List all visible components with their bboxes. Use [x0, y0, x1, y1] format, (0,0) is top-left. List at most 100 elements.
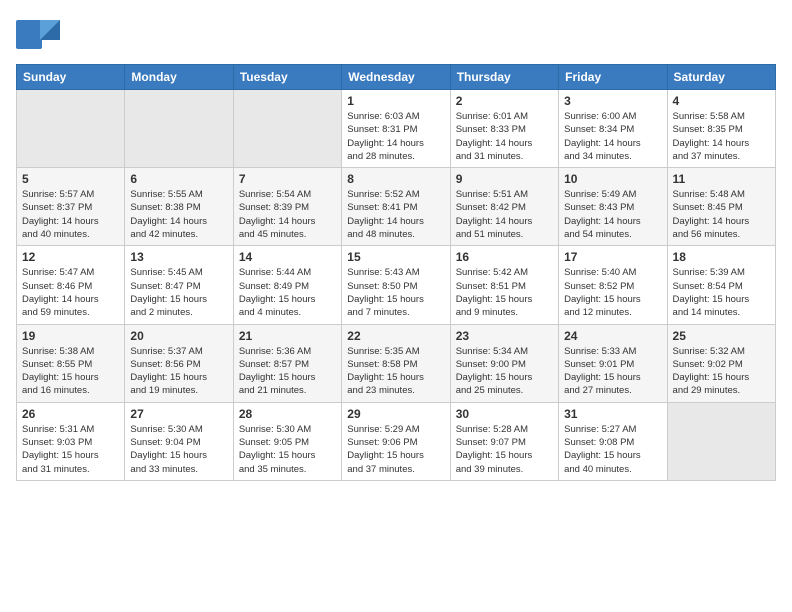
calendar-cell: 28 Sunrise: 5:30 AM Sunset: 9:05 PM Dayli… [233, 402, 341, 480]
page-header [16, 16, 776, 54]
calendar-cell: 17Sunrise: 5:40 AM Sunset: 8:52 PM Dayli… [559, 246, 667, 324]
day-number: 11 [673, 172, 770, 186]
calendar-week: 5 Sunrise: 5:57 AM Sunset: 8:37 PM Daylig… [17, 168, 776, 246]
calendar-cell: 13 Sunrise: 5:45 AM Sunset: 8:47 PM Dayli… [125, 246, 233, 324]
day-info: Sunrise: 5:44 AM Sunset: 8:49 PM Dayligh… [239, 266, 336, 319]
weekday-header: Friday [559, 65, 667, 90]
calendar-cell: 4 Sunrise: 5:58 AM Sunset: 8:35 PM Daylig… [667, 90, 775, 168]
day-info: Sunrise: 5:31 AM Sunset: 9:03 PM Dayligh… [22, 423, 119, 476]
calendar-cell: 25 Sunrise: 5:32 AM Sunset: 9:02 PM Dayli… [667, 324, 775, 402]
calendar-cell: 16 Sunrise: 5:42 AM Sunset: 8:51 PM Dayli… [450, 246, 558, 324]
calendar-cell: 22 Sunrise: 5:35 AM Sunset: 8:58 PM Dayli… [342, 324, 450, 402]
day-info: Sunrise: 5:33 AM Sunset: 9:01 PM Dayligh… [564, 345, 661, 398]
day-number: 20 [130, 329, 227, 343]
day-number: 13 [130, 250, 227, 264]
calendar-week: 1 Sunrise: 6:03 AM Sunset: 8:31 PM Daylig… [17, 90, 776, 168]
day-number: 30 [456, 407, 553, 421]
day-info: Sunrise: 5:52 AM Sunset: 8:41 PM Dayligh… [347, 188, 444, 241]
calendar-cell: 8Sunrise: 5:52 AM Sunset: 8:41 PM Daylig… [342, 168, 450, 246]
day-info: Sunrise: 5:28 AM Sunset: 9:07 PM Dayligh… [456, 423, 553, 476]
weekday-header: Wednesday [342, 65, 450, 90]
calendar-cell: 20 Sunrise: 5:37 AM Sunset: 8:56 PM Dayli… [125, 324, 233, 402]
day-number: 31 [564, 407, 661, 421]
day-number: 4 [673, 94, 770, 108]
day-info: Sunrise: 5:40 AM Sunset: 8:52 PM Dayligh… [564, 266, 661, 319]
calendar-cell: 3 Sunrise: 6:00 AM Sunset: 8:34 PM Daylig… [559, 90, 667, 168]
calendar-cell: 11 Sunrise: 5:48 AM Sunset: 8:45 PM Dayli… [667, 168, 775, 246]
header-row: SundayMondayTuesdayWednesdayThursdayFrid… [17, 65, 776, 90]
day-number: 15 [347, 250, 444, 264]
day-info: Sunrise: 6:03 AM Sunset: 8:31 PM Dayligh… [347, 110, 444, 163]
day-info: Sunrise: 5:27 AM Sunset: 9:08 PM Dayligh… [564, 423, 661, 476]
day-info: Sunrise: 5:29 AM Sunset: 9:06 PM Dayligh… [347, 423, 444, 476]
calendar-cell: 31 Sunrise: 5:27 AM Sunset: 9:08 PM Dayli… [559, 402, 667, 480]
day-info: Sunrise: 5:47 AM Sunset: 8:46 PM Dayligh… [22, 266, 119, 319]
calendar-cell: 21 Sunrise: 5:36 AM Sunset: 8:57 PM Dayli… [233, 324, 341, 402]
day-info: Sunrise: 5:42 AM Sunset: 8:51 PM Dayligh… [456, 266, 553, 319]
calendar-cell: 2Sunrise: 6:01 AM Sunset: 8:33 PM Daylig… [450, 90, 558, 168]
day-info: Sunrise: 5:32 AM Sunset: 9:02 PM Dayligh… [673, 345, 770, 398]
day-number: 18 [673, 250, 770, 264]
calendar-cell [233, 90, 341, 168]
calendar-cell [125, 90, 233, 168]
calendar-cell: 24 Sunrise: 5:33 AM Sunset: 9:01 PM Dayli… [559, 324, 667, 402]
logo [16, 16, 62, 54]
calendar-cell: 10 Sunrise: 5:49 AM Sunset: 8:43 PM Dayli… [559, 168, 667, 246]
day-info: Sunrise: 5:30 AM Sunset: 9:04 PM Dayligh… [130, 423, 227, 476]
day-number: 2 [456, 94, 553, 108]
day-number: 24 [564, 329, 661, 343]
day-number: 3 [564, 94, 661, 108]
day-info: Sunrise: 5:30 AM Sunset: 9:05 PM Dayligh… [239, 423, 336, 476]
day-number: 5 [22, 172, 119, 186]
day-info: Sunrise: 5:51 AM Sunset: 8:42 PM Dayligh… [456, 188, 553, 241]
day-info: Sunrise: 5:45 AM Sunset: 8:47 PM Dayligh… [130, 266, 227, 319]
day-number: 28 [239, 407, 336, 421]
day-info: Sunrise: 5:48 AM Sunset: 8:45 PM Dayligh… [673, 188, 770, 241]
day-info: Sunrise: 5:34 AM Sunset: 9:00 PM Dayligh… [456, 345, 553, 398]
calendar-cell: 15 Sunrise: 5:43 AM Sunset: 8:50 PM Dayli… [342, 246, 450, 324]
weekday-header: Sunday [17, 65, 125, 90]
day-info: Sunrise: 5:38 AM Sunset: 8:55 PM Dayligh… [22, 345, 119, 398]
day-info: Sunrise: 5:55 AM Sunset: 8:38 PM Dayligh… [130, 188, 227, 241]
day-number: 14 [239, 250, 336, 264]
day-number: 16 [456, 250, 553, 264]
day-info: Sunrise: 5:49 AM Sunset: 8:43 PM Dayligh… [564, 188, 661, 241]
day-info: Sunrise: 5:36 AM Sunset: 8:57 PM Dayligh… [239, 345, 336, 398]
day-number: 7 [239, 172, 336, 186]
calendar-cell [17, 90, 125, 168]
day-number: 12 [22, 250, 119, 264]
calendar-cell: 1 Sunrise: 6:03 AM Sunset: 8:31 PM Daylig… [342, 90, 450, 168]
day-number: 10 [564, 172, 661, 186]
day-info: Sunrise: 5:57 AM Sunset: 8:37 PM Dayligh… [22, 188, 119, 241]
day-number: 22 [347, 329, 444, 343]
day-info: Sunrise: 5:43 AM Sunset: 8:50 PM Dayligh… [347, 266, 444, 319]
day-info: Sunrise: 5:37 AM Sunset: 8:56 PM Dayligh… [130, 345, 227, 398]
day-number: 27 [130, 407, 227, 421]
calendar-cell: 18 Sunrise: 5:39 AM Sunset: 8:54 PM Dayli… [667, 246, 775, 324]
calendar-cell: 6 Sunrise: 5:55 AM Sunset: 8:38 PM Daylig… [125, 168, 233, 246]
weekday-header: Tuesday [233, 65, 341, 90]
calendar-cell: 9Sunrise: 5:51 AM Sunset: 8:42 PM Daylig… [450, 168, 558, 246]
calendar-cell: 14 Sunrise: 5:44 AM Sunset: 8:49 PM Dayli… [233, 246, 341, 324]
day-info: Sunrise: 5:39 AM Sunset: 8:54 PM Dayligh… [673, 266, 770, 319]
calendar-header: SundayMondayTuesdayWednesdayThursdayFrid… [17, 65, 776, 90]
weekday-header: Thursday [450, 65, 558, 90]
weekday-header: Monday [125, 65, 233, 90]
day-info: Sunrise: 6:00 AM Sunset: 8:34 PM Dayligh… [564, 110, 661, 163]
calendar-week: 12 Sunrise: 5:47 AM Sunset: 8:46 PM Dayli… [17, 246, 776, 324]
calendar-cell: 19Sunrise: 5:38 AM Sunset: 8:55 PM Dayli… [17, 324, 125, 402]
day-number: 6 [130, 172, 227, 186]
day-number: 23 [456, 329, 553, 343]
calendar-cell: 30 Sunrise: 5:28 AM Sunset: 9:07 PM Dayli… [450, 402, 558, 480]
day-info: Sunrise: 5:35 AM Sunset: 8:58 PM Dayligh… [347, 345, 444, 398]
calendar-table: SundayMondayTuesdayWednesdayThursdayFrid… [16, 64, 776, 481]
day-info: Sunrise: 5:58 AM Sunset: 8:35 PM Dayligh… [673, 110, 770, 163]
day-number: 1 [347, 94, 444, 108]
day-number: 21 [239, 329, 336, 343]
calendar-cell [667, 402, 775, 480]
calendar-cell: 5 Sunrise: 5:57 AM Sunset: 8:37 PM Daylig… [17, 168, 125, 246]
weekday-header: Saturday [667, 65, 775, 90]
day-number: 29 [347, 407, 444, 421]
calendar-cell: 23 Sunrise: 5:34 AM Sunset: 9:00 PM Dayli… [450, 324, 558, 402]
day-number: 25 [673, 329, 770, 343]
